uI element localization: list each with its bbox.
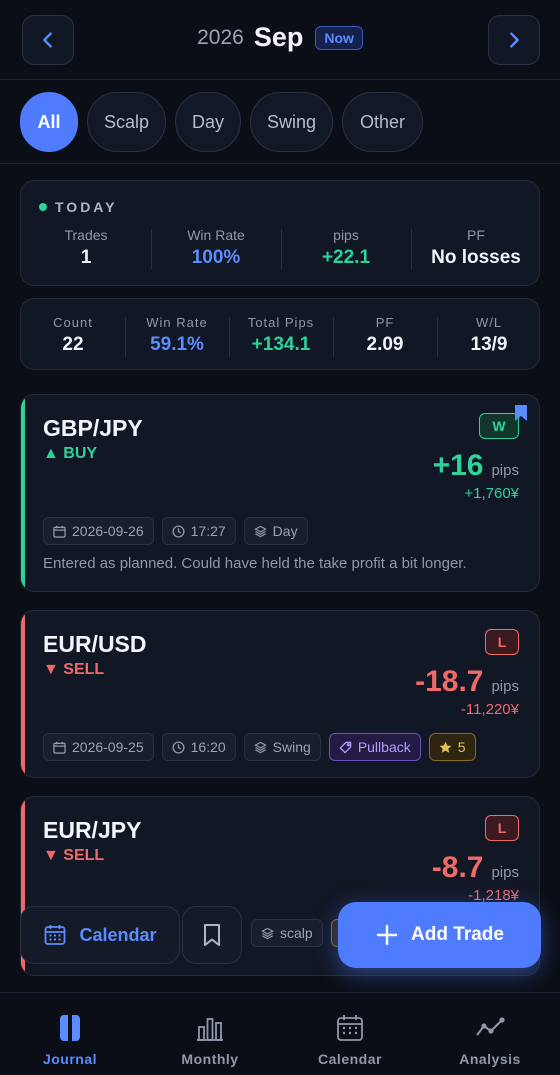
pips-unit: pips: [491, 678, 519, 695]
filter-scalp[interactable]: Scalp: [87, 92, 166, 152]
now-button[interactable]: Now: [315, 25, 363, 50]
pips-value: -8.7: [431, 851, 484, 884]
trade-pair: GBP/JPY: [43, 415, 143, 441]
trade-side: ▼ SELL: [43, 661, 105, 678]
trade-style-filter: All Scalp Day Swing Other: [0, 80, 560, 164]
pf-stat: PF 2.09: [333, 315, 437, 357]
trade-side: ▲ BUY: [43, 445, 98, 462]
journal-icon: [60, 1015, 80, 1041]
today-summary-card: TODAY Trades 1 Win Rate 100% pips +22.1 …: [20, 180, 540, 286]
add-trade-button[interactable]: Add Trade: [338, 902, 541, 968]
result-badge: L: [485, 815, 519, 841]
trade-card[interactable]: GBP/JPY ▲ BUY W +16 pips +1,760¥ 2026-09…: [20, 394, 540, 592]
result-badge: W: [479, 413, 519, 439]
bar-chart-icon: [197, 1018, 223, 1041]
profit-amount: +1,760¥: [464, 485, 519, 502]
month-header: 2026 Sep Now: [0, 0, 560, 80]
year-label: 2026: [197, 25, 244, 49]
today-pf-stat: PF No losses: [411, 227, 541, 269]
tab-journal[interactable]: Journal: [0, 993, 140, 1075]
trade-result: -8.7 pips -1,218¥: [432, 851, 519, 904]
month-stats: Count 22 Win Rate 59.1% Total Pips +134.…: [21, 315, 541, 357]
today-stats: Trades 1 Win Rate 100% pips +22.1 PF No …: [21, 227, 541, 269]
count-stat: Count 22: [53, 315, 93, 355]
layers-icon: [261, 927, 274, 939]
month-title: 2026 Sep Now: [0, 22, 560, 53]
filter-all[interactable]: All: [20, 92, 78, 152]
trade-pair: EUR/JPY: [43, 817, 142, 843]
loss-amount: -11,220¥: [460, 701, 519, 718]
tab-calendar[interactable]: Calendar: [280, 993, 420, 1075]
trade-card[interactable]: EUR/USD ▼ SELL L -18.7 pips -11,220¥ 202…: [20, 610, 540, 778]
trade-pair: EUR/USD: [43, 631, 147, 657]
bookmark-icon: [204, 924, 220, 946]
pips-value: -18.7: [415, 665, 484, 698]
filter-other[interactable]: Other: [342, 92, 423, 152]
today-winrate-stat: Win Rate 100%: [151, 227, 281, 269]
date-tag: 2026-09-25: [43, 733, 154, 761]
trade-tags: 2026-09-25 16:20 Swing Pullback 5: [43, 733, 476, 761]
month-summary-card: Count 22 Win Rate 59.1% Total Pips +134.…: [20, 298, 540, 370]
today-heading: TODAY: [39, 199, 117, 215]
tag-icon: [339, 741, 352, 754]
calendar-icon: [337, 1015, 363, 1041]
date-tag: 2026-09-26: [43, 517, 154, 545]
clock-icon: [172, 524, 185, 538]
trade-tags: 2026-09-26 17:27 Day: [43, 517, 308, 545]
bookmark-flag-icon: [515, 405, 527, 421]
pips-value: +16: [432, 449, 484, 482]
winrate-stat: Win Rate 59.1%: [125, 315, 229, 357]
setup-tag: Pullback: [328, 733, 421, 761]
time-tag: 17:27: [161, 517, 236, 545]
layers-icon: [253, 525, 267, 537]
calendar-icon: [45, 925, 66, 945]
rating-tag: 5: [428, 733, 476, 761]
calendar-icon: [53, 525, 66, 538]
pips-unit: pips: [491, 462, 519, 479]
style-tag: scalp: [251, 919, 323, 947]
next-month-button[interactable]: [488, 15, 540, 65]
loss-stripe: [21, 611, 25, 777]
calendar-icon: [53, 741, 66, 754]
star-icon: [439, 741, 452, 753]
today-pips-stat: pips +22.1: [281, 227, 411, 269]
pips-unit: pips: [491, 864, 519, 881]
calendar-view-button[interactable]: Calendar: [20, 906, 180, 964]
trade-result: +16 pips +1,760¥: [433, 449, 519, 502]
today-trades-stat: Trades 1: [64, 227, 108, 268]
win-stripe: [21, 395, 25, 591]
style-tag: Day: [243, 517, 308, 545]
bookmark-filter-button[interactable]: [182, 906, 242, 964]
tab-analysis[interactable]: Analysis: [420, 993, 560, 1075]
result-badge: L: [485, 629, 519, 655]
style-tag: Swing: [243, 733, 321, 761]
month-label: Sep: [253, 22, 304, 52]
trade-note: Entered as planned. Could have held the …: [43, 555, 467, 572]
filter-swing[interactable]: Swing: [250, 92, 333, 152]
chevron-right-icon: [510, 32, 519, 48]
live-dot-icon: [39, 203, 47, 211]
tab-monthly[interactable]: Monthly: [140, 993, 280, 1075]
trade-side: ▼ SELL: [43, 847, 105, 864]
time-tag: 16:20: [161, 733, 236, 761]
bottom-tab-bar: Journal Monthly Calendar Analysis: [0, 992, 560, 1075]
total-pips-stat: Total Pips +134.1: [229, 315, 333, 357]
line-chart-icon: [476, 1017, 505, 1036]
trade-result: -18.7 pips -11,220¥: [415, 665, 519, 718]
layers-icon: [253, 741, 267, 753]
plus-icon: [376, 924, 398, 946]
wl-stat: W/L 13/9: [437, 315, 541, 357]
filter-day[interactable]: Day: [175, 92, 241, 152]
clock-icon: [172, 740, 185, 754]
